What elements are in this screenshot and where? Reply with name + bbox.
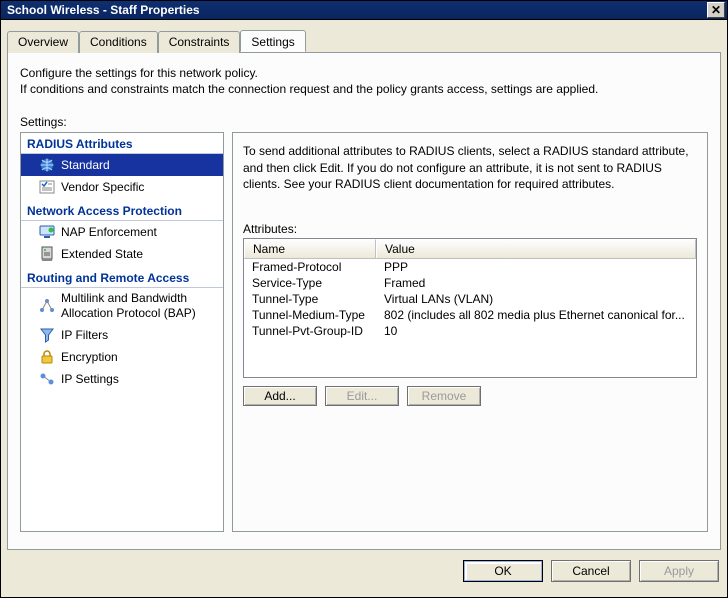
monitor-icon (39, 224, 55, 240)
settings-label: Settings: (20, 115, 708, 129)
cell-name: Tunnel-Medium-Type (244, 307, 376, 323)
window-title: School Wireless - Staff Properties (7, 3, 707, 17)
tree-label-vendor: Vendor Specific (61, 180, 217, 194)
tree-label-ip-settings: IP Settings (61, 372, 217, 386)
tree-label-extended-state: Extended State (61, 247, 217, 261)
tab-strip: Overview Conditions Constraints Settings (7, 30, 721, 52)
tree-header-nap: Network Access Protection (21, 200, 223, 221)
cell-value: Framed (376, 275, 696, 291)
globe-icon (39, 157, 55, 173)
tree-item-nap-enforcement[interactable]: NAP Enforcement (21, 221, 223, 243)
tree-item-standard[interactable]: Standard (21, 154, 223, 176)
cell-value: PPP (376, 259, 696, 275)
lock-icon (39, 349, 55, 365)
server-icon (39, 246, 55, 262)
table-row[interactable]: Service-TypeFramed (244, 275, 696, 291)
tree-item-extended-state[interactable]: Extended State (21, 243, 223, 265)
tab-overview[interactable]: Overview (7, 31, 79, 53)
titlebar: School Wireless - Staff Properties ✕ (0, 0, 728, 20)
attributes-label: Attributes: (243, 222, 697, 236)
intro-text: Configure the settings for this network … (20, 65, 708, 97)
tree-item-encryption[interactable]: Encryption (21, 346, 223, 368)
add-button[interactable]: Add... (243, 386, 317, 406)
right-pane: To send additional attributes to RADIUS … (232, 132, 708, 532)
tree-label-ip-filters: IP Filters (61, 328, 217, 342)
settings-panel: Configure the settings for this network … (7, 52, 721, 550)
network-nodes-icon (39, 371, 55, 387)
checklist-icon (39, 179, 55, 195)
tree-label-nap-enforcement: NAP Enforcement (61, 225, 217, 239)
tree-header-rra: Routing and Remote Access (21, 267, 223, 288)
cell-name: Framed-Protocol (244, 259, 376, 275)
tree-item-ip-filters[interactable]: IP Filters (21, 324, 223, 346)
intro-line2: If conditions and constraints match the … (20, 81, 708, 97)
tab-conditions[interactable]: Conditions (79, 31, 158, 53)
remove-button[interactable]: Remove (407, 386, 481, 406)
intro-line1: Configure the settings for this network … (20, 65, 708, 81)
funnel-icon (39, 327, 55, 343)
tree-label-bap: Multilink and Bandwidth Allocation Proto… (61, 291, 217, 321)
attributes-grid[interactable]: Name Value Framed-ProtocolPPPService-Typ… (243, 238, 697, 378)
tree-label-encryption: Encryption (61, 350, 217, 364)
table-row[interactable]: Tunnel-Medium-Type802 (includes all 802 … (244, 307, 696, 323)
apply-button[interactable]: Apply (639, 560, 719, 582)
tree-item-ip-settings[interactable]: IP Settings (21, 368, 223, 390)
cell-value: 802 (includes all 802 media plus Etherne… (376, 307, 696, 323)
tree-item-bap[interactable]: Multilink and Bandwidth Allocation Proto… (21, 288, 223, 324)
cell-value: 10 (376, 323, 696, 339)
settings-tree[interactable]: RADIUS Attributes Standard Vendor Specif… (20, 132, 224, 532)
cancel-button[interactable]: Cancel (551, 560, 631, 582)
right-intro: To send additional attributes to RADIUS … (243, 143, 697, 192)
network-icon (39, 298, 55, 314)
tree-item-vendor[interactable]: Vendor Specific (21, 176, 223, 198)
table-row[interactable]: Tunnel-Pvt-Group-ID10 (244, 323, 696, 339)
cell-name: Tunnel-Pvt-Group-ID (244, 323, 376, 339)
close-button[interactable]: ✕ (707, 2, 725, 18)
cell-name: Service-Type (244, 275, 376, 291)
close-icon: ✕ (711, 4, 721, 16)
tab-settings[interactable]: Settings (240, 30, 305, 52)
grid-header: Name Value (244, 239, 696, 259)
tree-label-standard: Standard (61, 158, 217, 172)
table-row[interactable]: Tunnel-TypeVirtual LANs (VLAN) (244, 291, 696, 307)
col-header-value[interactable]: Value (376, 239, 696, 258)
cell-value: Virtual LANs (VLAN) (376, 291, 696, 307)
tree-header-radius: RADIUS Attributes (21, 133, 223, 154)
cell-name: Tunnel-Type (244, 291, 376, 307)
table-row[interactable]: Framed-ProtocolPPP (244, 259, 696, 275)
col-header-name[interactable]: Name (244, 239, 376, 258)
edit-button[interactable]: Edit... (325, 386, 399, 406)
tab-constraints[interactable]: Constraints (158, 31, 241, 53)
ok-button[interactable]: OK (463, 560, 543, 582)
